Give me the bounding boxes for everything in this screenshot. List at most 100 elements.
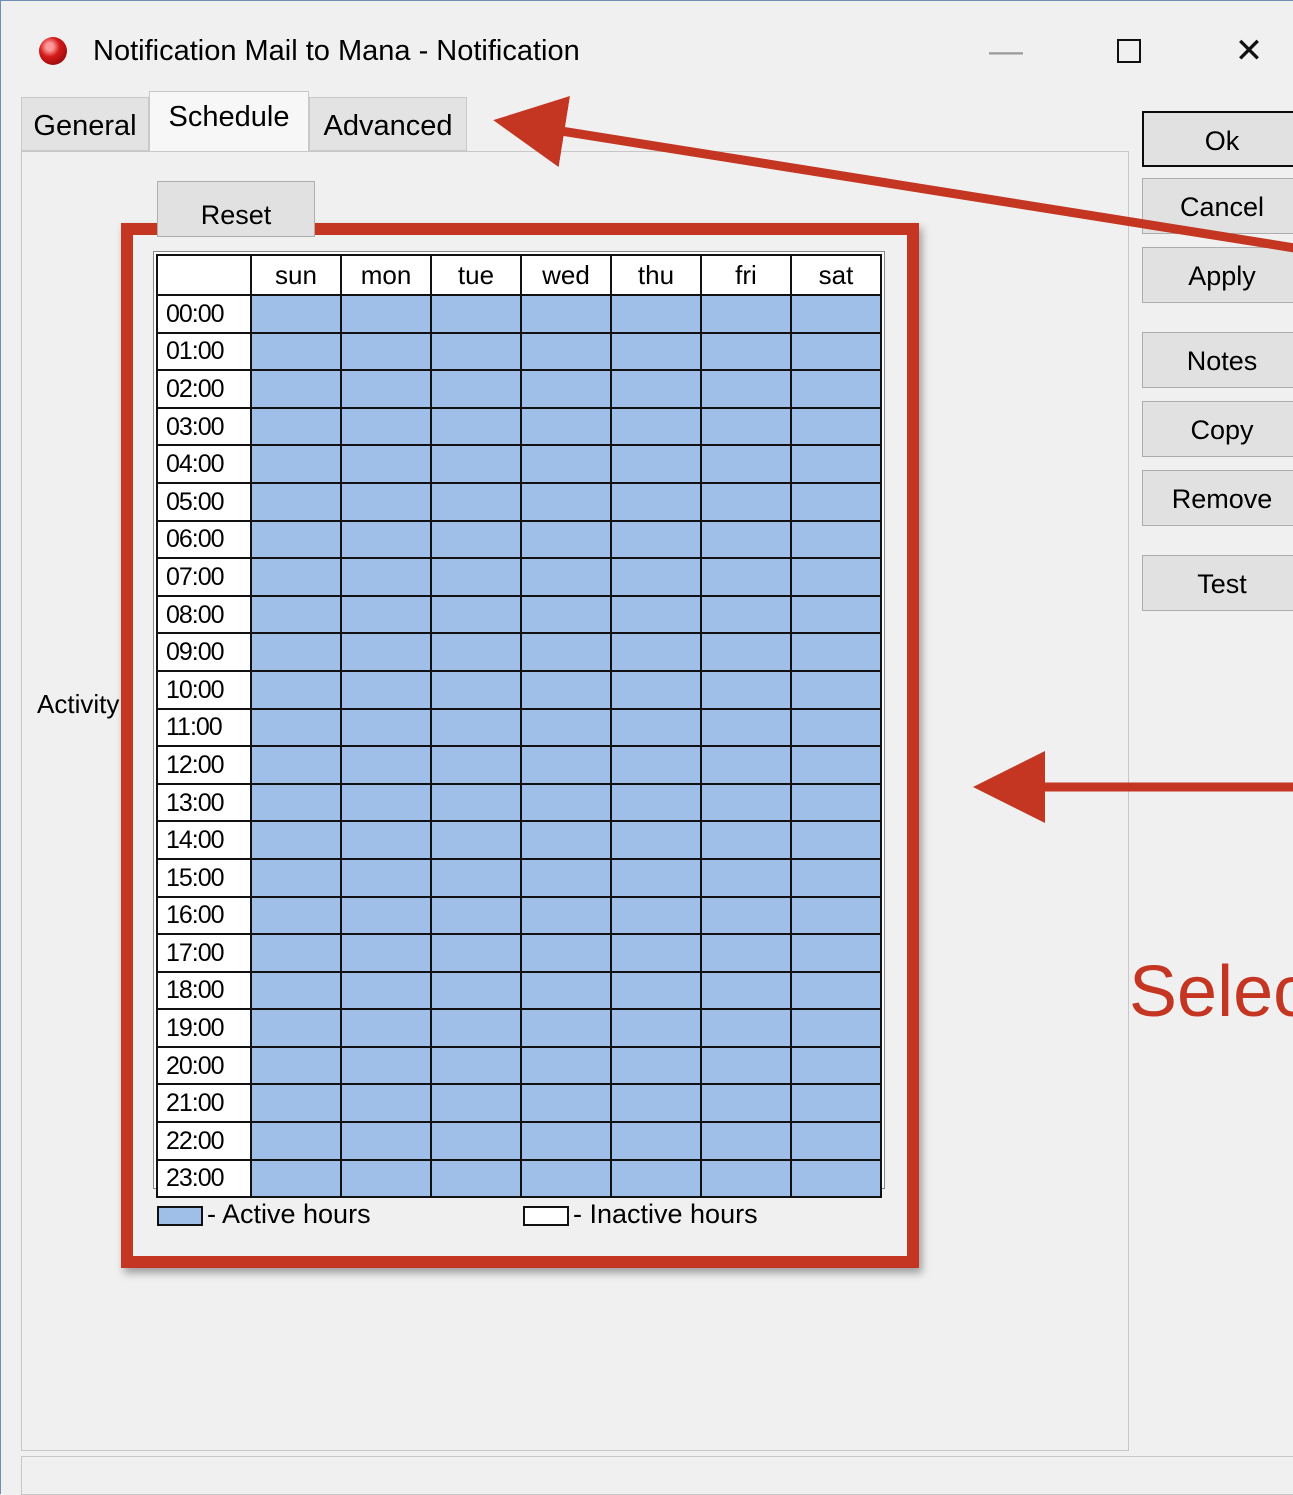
notes-button[interactable]: Notes bbox=[1142, 332, 1293, 388]
hour-label[interactable]: 01:00 bbox=[156, 331, 252, 372]
schedule-cell-sat[interactable] bbox=[790, 632, 882, 672]
schedule-cell-thu[interactable] bbox=[610, 294, 702, 334]
schedule-cell-sat[interactable] bbox=[790, 895, 882, 936]
schedule-cell-sat[interactable] bbox=[790, 369, 882, 409]
hour-label[interactable]: 22:00 bbox=[156, 1121, 252, 1161]
schedule-cell-mon[interactable] bbox=[340, 745, 432, 785]
hour-label[interactable]: 15:00 bbox=[156, 857, 252, 898]
schedule-cell-mon[interactable] bbox=[340, 369, 432, 409]
hour-label[interactable]: 02:00 bbox=[156, 369, 252, 409]
schedule-cell-tue[interactable] bbox=[430, 331, 522, 372]
schedule-cell-wed[interactable] bbox=[520, 1008, 612, 1048]
schedule-cell-mon[interactable] bbox=[340, 669, 432, 710]
schedule-cell-thu[interactable] bbox=[610, 707, 702, 748]
schedule-cell-sat[interactable] bbox=[790, 1158, 882, 1199]
schedule-cell-thu[interactable] bbox=[610, 1008, 702, 1048]
schedule-cell-sun[interactable] bbox=[250, 557, 342, 597]
schedule-cell-thu[interactable] bbox=[610, 933, 702, 973]
schedule-cell-mon[interactable] bbox=[340, 481, 432, 522]
hour-label[interactable]: 04:00 bbox=[156, 444, 252, 484]
schedule-cell-wed[interactable] bbox=[520, 1121, 612, 1161]
schedule-cell-fri[interactable] bbox=[700, 406, 792, 447]
schedule-cell-sat[interactable] bbox=[790, 519, 882, 560]
schedule-cell-mon[interactable] bbox=[340, 557, 432, 597]
schedule-cell-sat[interactable] bbox=[790, 1008, 882, 1048]
schedule-cell-thu[interactable] bbox=[610, 895, 702, 936]
remove-button[interactable]: Remove bbox=[1142, 470, 1293, 526]
schedule-cell-fri[interactable] bbox=[700, 933, 792, 973]
schedule-cell-fri[interactable] bbox=[700, 707, 792, 748]
schedule-cell-sun[interactable] bbox=[250, 782, 342, 823]
schedule-cell-sun[interactable] bbox=[250, 294, 342, 334]
schedule-cell-sun[interactable] bbox=[250, 519, 342, 560]
schedule-cell-fri[interactable] bbox=[700, 1008, 792, 1048]
schedule-cell-thu[interactable] bbox=[610, 406, 702, 447]
schedule-cell-wed[interactable] bbox=[520, 632, 612, 672]
schedule-cell-sat[interactable] bbox=[790, 745, 882, 785]
schedule-cell-sun[interactable] bbox=[250, 1008, 342, 1048]
schedule-cell-mon[interactable] bbox=[340, 1083, 432, 1124]
schedule-cell-fri[interactable] bbox=[700, 557, 792, 597]
schedule-cell-sat[interactable] bbox=[790, 782, 882, 823]
schedule-cell-sun[interactable] bbox=[250, 1158, 342, 1199]
hour-label[interactable]: 17:00 bbox=[156, 933, 252, 973]
schedule-cell-thu[interactable] bbox=[610, 632, 702, 672]
hour-label[interactable]: 05:00 bbox=[156, 481, 252, 522]
schedule-cell-fri[interactable] bbox=[700, 294, 792, 334]
schedule-cell-tue[interactable] bbox=[430, 1121, 522, 1161]
schedule-cell-sat[interactable] bbox=[790, 331, 882, 372]
schedule-cell-wed[interactable] bbox=[520, 745, 612, 785]
schedule-cell-sun[interactable] bbox=[250, 1083, 342, 1124]
schedule-cell-sat[interactable] bbox=[790, 820, 882, 860]
schedule-cell-wed[interactable] bbox=[520, 294, 612, 334]
schedule-cell-sun[interactable] bbox=[250, 933, 342, 973]
schedule-cell-thu[interactable] bbox=[610, 594, 702, 635]
schedule-cell-fri[interactable] bbox=[700, 782, 792, 823]
schedule-cell-thu[interactable] bbox=[610, 820, 702, 860]
schedule-cell-wed[interactable] bbox=[520, 782, 612, 823]
schedule-cell-fri[interactable] bbox=[700, 331, 792, 372]
schedule-cell-thu[interactable] bbox=[610, 481, 702, 522]
hour-label[interactable]: 08:00 bbox=[156, 594, 252, 635]
schedule-cell-tue[interactable] bbox=[430, 294, 522, 334]
schedule-cell-wed[interactable] bbox=[520, 406, 612, 447]
schedule-cell-sun[interactable] bbox=[250, 1045, 342, 1086]
cancel-button[interactable]: Cancel bbox=[1142, 178, 1293, 234]
schedule-cell-wed[interactable] bbox=[520, 933, 612, 973]
schedule-cell-thu[interactable] bbox=[610, 970, 702, 1011]
schedule-cell-thu[interactable] bbox=[610, 1158, 702, 1199]
schedule-cell-wed[interactable] bbox=[520, 481, 612, 522]
schedule-cell-sat[interactable] bbox=[790, 1045, 882, 1086]
schedule-cell-thu[interactable] bbox=[610, 857, 702, 898]
schedule-cell-sat[interactable] bbox=[790, 669, 882, 710]
schedule-cell-sun[interactable] bbox=[250, 1121, 342, 1161]
schedule-cell-thu[interactable] bbox=[610, 557, 702, 597]
schedule-cell-thu[interactable] bbox=[610, 669, 702, 710]
hour-label[interactable]: 18:00 bbox=[156, 970, 252, 1011]
schedule-cell-mon[interactable] bbox=[340, 294, 432, 334]
schedule-cell-tue[interactable] bbox=[430, 1008, 522, 1048]
apply-button[interactable]: Apply bbox=[1142, 247, 1293, 303]
hour-label[interactable]: 14:00 bbox=[156, 820, 252, 860]
schedule-cell-tue[interactable] bbox=[430, 820, 522, 860]
day-header-wed[interactable]: wed bbox=[520, 254, 612, 296]
schedule-cell-wed[interactable] bbox=[520, 519, 612, 560]
schedule-cell-wed[interactable] bbox=[520, 895, 612, 936]
schedule-cell-wed[interactable] bbox=[520, 1045, 612, 1086]
tab-advanced[interactable]: Advanced bbox=[309, 97, 467, 151]
schedule-cell-tue[interactable] bbox=[430, 632, 522, 672]
schedule-cell-thu[interactable] bbox=[610, 1045, 702, 1086]
schedule-cell-mon[interactable] bbox=[340, 857, 432, 898]
schedule-cell-sat[interactable] bbox=[790, 707, 882, 748]
hour-label[interactable]: 00:00 bbox=[156, 294, 252, 334]
schedule-cell-tue[interactable] bbox=[430, 1158, 522, 1199]
tab-schedule[interactable]: Schedule bbox=[149, 91, 309, 153]
schedule-cell-sat[interactable] bbox=[790, 444, 882, 484]
schedule-cell-tue[interactable] bbox=[430, 895, 522, 936]
schedule-cell-wed[interactable] bbox=[520, 557, 612, 597]
schedule-cell-mon[interactable] bbox=[340, 820, 432, 860]
schedule-cell-mon[interactable] bbox=[340, 519, 432, 560]
schedule-cell-tue[interactable] bbox=[430, 444, 522, 484]
schedule-cell-sun[interactable] bbox=[250, 669, 342, 710]
ok-button[interactable]: Ok bbox=[1142, 111, 1293, 167]
